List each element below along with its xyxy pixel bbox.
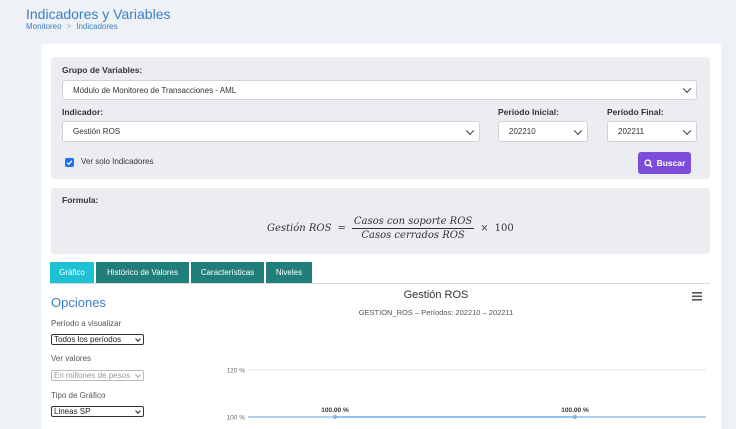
tab-niveles[interactable]: Niveles bbox=[266, 262, 312, 283]
chevron-right-icon: > bbox=[66, 22, 72, 31]
buscar-button[interactable]: Buscar bbox=[638, 152, 691, 174]
equals-sign: = bbox=[337, 223, 346, 234]
data-label: 100.00 % bbox=[321, 407, 349, 414]
y-tick-label: 120 % bbox=[227, 368, 246, 375]
formula-lhs: Gestión ROS bbox=[267, 223, 332, 234]
periodo-final-label: Período Final: bbox=[607, 107, 664, 117]
chevron-down-icon bbox=[465, 126, 475, 135]
line-chart: Gestión ROS GESTION_ROS – Períodos: 2022… bbox=[227, 289, 706, 422]
breadcrumb-monitoreo[interactable]: Monitoreo bbox=[26, 22, 62, 31]
chevron-down-icon bbox=[135, 336, 141, 342]
indicador-select[interactable]: Gestión ROS bbox=[62, 121, 480, 142]
tab-grafico[interactable]: Gráfico bbox=[50, 262, 94, 283]
tipo-grafico-label: Tipo de Gráfico bbox=[51, 391, 106, 400]
grupo-variables-label: Grupo de Variables: bbox=[62, 65, 143, 75]
periodo-visualizar-select[interactable]: Todos los períodos bbox=[51, 334, 144, 345]
filters-panel: Grupo de Variables: Módulo de Monitoreo … bbox=[51, 57, 710, 179]
data-point[interactable] bbox=[333, 415, 337, 419]
page-title: Indicadores y Variables bbox=[26, 6, 171, 22]
formula-label: Formula: bbox=[62, 195, 99, 205]
chart-title: Gestión ROS bbox=[404, 289, 469, 301]
tipo-grafico-select[interactable]: Lineas SP bbox=[51, 406, 144, 417]
formula-expression: Gestión ROS = Casos con soporte ROS Caso… bbox=[267, 216, 514, 241]
formula-numerator: Casos con soporte ROS bbox=[351, 216, 475, 229]
chevron-down-icon bbox=[573, 126, 583, 135]
breadcrumb: Monitoreo > Indicadores bbox=[26, 22, 118, 31]
periodo-visualizar-label: Período a visualizar bbox=[51, 319, 122, 328]
ver-valores-select[interactable]: En millones de pesos bbox=[51, 370, 144, 381]
times-sign: × bbox=[480, 223, 489, 234]
chevron-down-icon bbox=[135, 408, 141, 414]
chevron-down-icon bbox=[682, 84, 692, 94]
formula-fraction: Casos con soporte ROS Casos cerrados ROS bbox=[351, 216, 475, 241]
solo-indicadores-label[interactable]: Ver solo Indicadores bbox=[81, 157, 154, 166]
indicador-label: Indicador: bbox=[62, 107, 104, 117]
solo-indicadores-checkbox[interactable] bbox=[65, 158, 74, 167]
main-card: Grupo de Variables: Módulo de Monitoreo … bbox=[41, 44, 721, 429]
y-tick-label: 100 % bbox=[227, 415, 246, 422]
search-icon bbox=[643, 158, 653, 168]
tab-historico[interactable]: Histórico de Valores bbox=[96, 262, 189, 283]
opciones-title: Opciones bbox=[51, 295, 106, 310]
buscar-label: Buscar bbox=[656, 158, 686, 168]
chevron-down-icon bbox=[135, 372, 141, 378]
tab-caracteristicas[interactable]: Características bbox=[191, 262, 264, 283]
grupo-variables-value: Módulo de Monitoreo de Transacciones - A… bbox=[73, 85, 237, 95]
indicador-value: Gestión ROS bbox=[73, 127, 121, 136]
data-label: 100.00 % bbox=[561, 407, 589, 414]
ver-valores-label: Ver valores bbox=[51, 354, 92, 363]
periodo-inicial-value: 202210 bbox=[509, 127, 536, 136]
periodo-visualizar-value: Todos los períodos bbox=[54, 335, 122, 344]
grupo-variables-select[interactable]: Módulo de Monitoreo de Transacciones - A… bbox=[62, 80, 697, 100]
hamburger-menu-icon[interactable] bbox=[692, 292, 702, 301]
chevron-down-icon bbox=[682, 126, 692, 135]
chart-area: Gestión ROS GESTION_ROS – Períodos: 2022… bbox=[171, 284, 711, 429]
periodo-inicial-label: Período Inicial: bbox=[498, 107, 559, 117]
chart-subtitle: GESTION_ROS – Períodos: 202210 – 202211 bbox=[359, 308, 514, 317]
periodo-inicial-select[interactable]: 202210 bbox=[498, 121, 588, 142]
formula-denominator: Casos cerrados ROS bbox=[361, 230, 465, 241]
formula-multiplier: 100 bbox=[494, 223, 514, 234]
formula-panel: Formula: Gestión ROS = Casos con soporte… bbox=[51, 188, 710, 254]
tab-bar: Gráfico Histórico de Valores Característ… bbox=[50, 262, 312, 283]
periodo-final-select[interactable]: 202211 bbox=[607, 121, 697, 142]
check-icon bbox=[66, 160, 73, 166]
periodo-final-value: 202211 bbox=[618, 127, 645, 136]
breadcrumb-indicadores[interactable]: Indicadores bbox=[76, 22, 117, 31]
data-point[interactable] bbox=[573, 415, 577, 419]
tipo-grafico-value: Lineas SP bbox=[54, 407, 91, 416]
ver-valores-value: En millones de pesos bbox=[54, 371, 131, 380]
